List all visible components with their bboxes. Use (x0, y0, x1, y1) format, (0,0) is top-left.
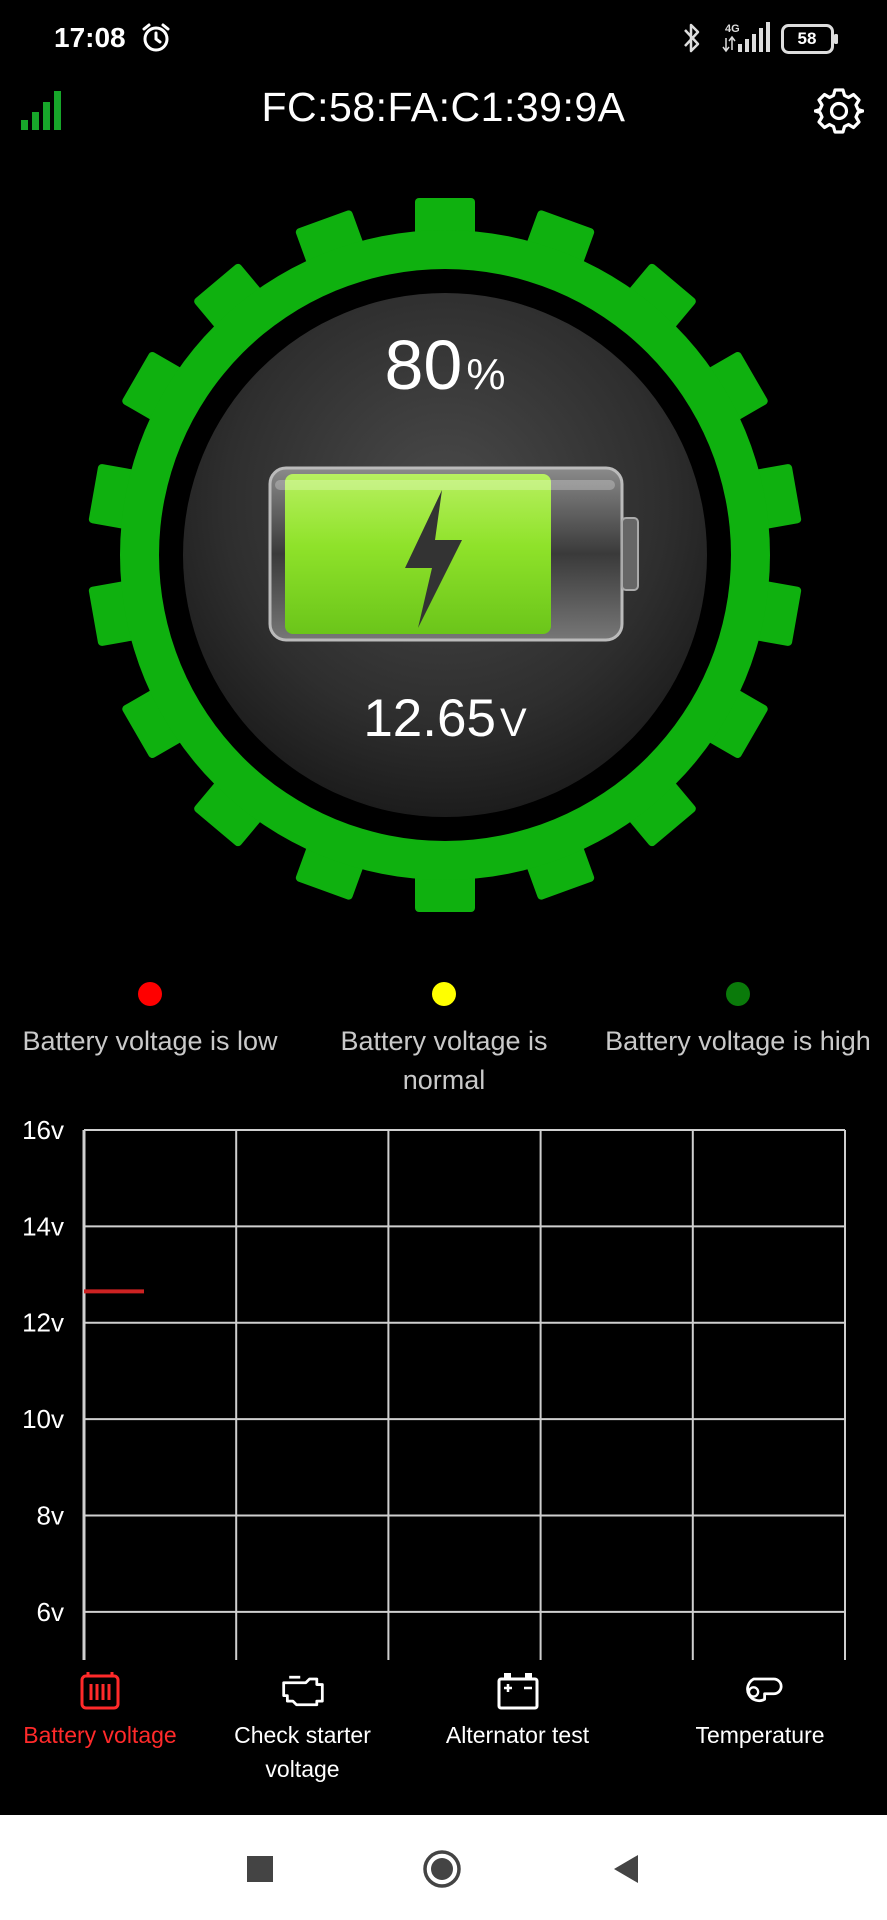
battery-charging-icon (268, 466, 639, 642)
voltage-unit: V (499, 701, 527, 745)
legend-dot-high (726, 982, 750, 1006)
nav-label-temperature: Temperature (695, 1722, 825, 1748)
home-circle-icon[interactable] (422, 1849, 462, 1889)
bluetooth-icon (684, 23, 700, 53)
y-tick-label: 14v (22, 1211, 64, 1241)
thermometer-icon (746, 1677, 783, 1703)
nav-temperature[interactable]: Temperature (660, 1660, 860, 1815)
legend-high: Battery voltage is high (596, 982, 880, 1061)
status-time: 17:08 (54, 22, 126, 53)
nav-check-starter-voltage[interactable]: Check starter voltage (210, 1660, 395, 1815)
voltage-value: 12.65 (363, 689, 496, 748)
charge-percent-value: 80 (384, 326, 463, 404)
voltage-chart: 16v 14v 12v 10v 8v 6v (0, 1100, 887, 1660)
phone-battery-level: 58 (797, 29, 817, 48)
legend-label-low: Battery voltage is low (22, 1026, 278, 1056)
legend-dot-normal (432, 982, 456, 1006)
system-navigation-bar (0, 1815, 887, 1920)
legend-normal: Battery voltage is normal (304, 982, 584, 1100)
charge-percent: 80% (80, 325, 810, 405)
voltage-chart-svg: 16v 14v 12v 10v 8v 6v (22, 1115, 846, 1660)
back-triangle-icon[interactable] (606, 1849, 646, 1889)
battery-gauge: 80% 12.65 V (80, 190, 810, 920)
nav-label-battery-voltage: Battery voltage (23, 1722, 177, 1748)
svg-text:4G: 4G (725, 23, 740, 35)
y-tick-label: 6v (37, 1597, 64, 1627)
legend-label-normal: Battery voltage is normal (340, 1026, 548, 1095)
nav-battery-voltage[interactable]: Battery voltage (0, 1660, 200, 1815)
y-tick-label: 16v (22, 1115, 64, 1145)
legend-low: Battery voltage is low (10, 982, 290, 1061)
gear-icon[interactable] (814, 86, 864, 136)
y-tick-label: 8v (37, 1500, 64, 1530)
cellular-signal-icon: 4G (722, 22, 770, 53)
device-address-title: FC:58:FA:C1:39:9A (261, 84, 626, 130)
legend-label-high: Battery voltage is high (605, 1026, 871, 1056)
bottom-nav: Battery voltage Check starter voltage Al… (0, 1660, 887, 1815)
engine-icon (281, 1675, 324, 1707)
gauge-graphic (88, 198, 802, 912)
nav-label-check-starter-voltage: Check starter voltage (234, 1722, 371, 1782)
battery-voltage-icon (80, 1672, 120, 1710)
y-tick-label: 10v (22, 1404, 64, 1434)
recents-square-icon[interactable] (240, 1849, 280, 1889)
nav-label-alternator-test: Alternator test (445, 1722, 590, 1748)
alarm-icon (142, 23, 170, 52)
nav-alternator-test[interactable]: Alternator test (420, 1660, 615, 1815)
battery-voltage-readout: 12.65 V (80, 688, 810, 749)
charge-percent-unit: % (466, 350, 506, 399)
car-battery-icon (497, 1673, 538, 1710)
status-bar: 17:08 4G 58 (0, 0, 887, 78)
legend-dot-low (138, 982, 162, 1006)
y-tick-label: 12v (22, 1308, 64, 1338)
